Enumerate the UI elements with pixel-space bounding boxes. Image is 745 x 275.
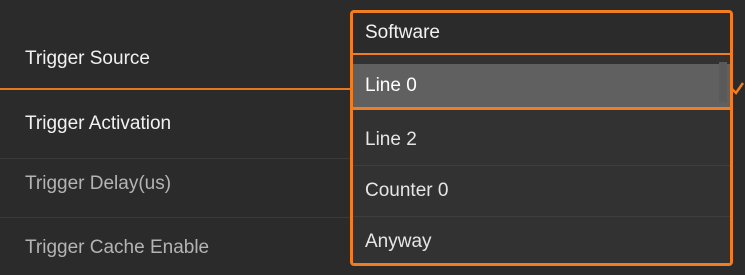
- trigger-delay-label: Trigger Delay(us): [25, 173, 172, 194]
- trigger-cache-enable-label: Trigger Cache Enable: [25, 237, 210, 258]
- option-divider: [353, 165, 730, 166]
- trigger-source-label: Trigger Source: [25, 48, 150, 69]
- trigger-source-selected-value[interactable]: Software: [353, 13, 730, 55]
- trigger-activation-label: Trigger Activation: [25, 113, 172, 134]
- option-divider: [353, 216, 730, 217]
- dropdown-option-anyway[interactable]: Anyway: [353, 219, 730, 263]
- dropdown-option-counter-0[interactable]: Counter 0: [353, 168, 730, 214]
- check-icon: [731, 82, 745, 95]
- dropdown-scroll-indicator[interactable]: [719, 62, 727, 102]
- row-divider: [0, 217, 352, 218]
- dropdown-option-line-2[interactable]: Line 2: [353, 117, 730, 163]
- dropdown-option-line-0[interactable]: Line 0: [353, 64, 730, 110]
- trigger-source-dropdown[interactable]: Software Line 0 Line 2 Counter 0 Anyway: [350, 10, 733, 266]
- parameter-labels-column: Trigger Source Trigger Activation Trigge…: [0, 0, 352, 275]
- trigger-source-underline: [0, 88, 352, 90]
- trigger-parameters-panel: Trigger Source Trigger Activation Trigge…: [0, 0, 745, 275]
- row-divider: [0, 158, 352, 159]
